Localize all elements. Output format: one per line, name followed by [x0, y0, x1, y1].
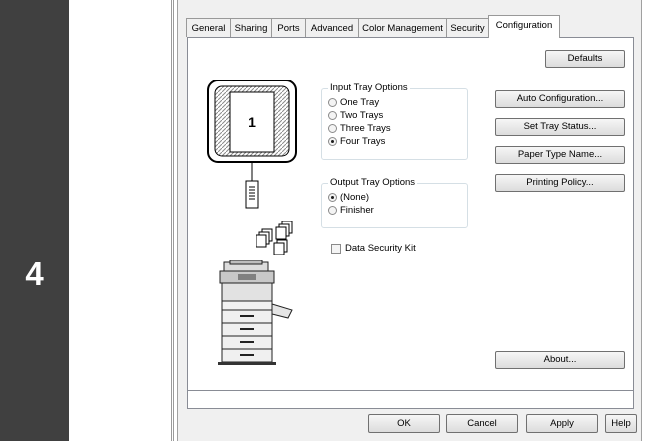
printing-policy-button[interactable]: Printing Policy...	[495, 174, 625, 192]
auto-configuration-button[interactable]: Auto Configuration...	[495, 90, 625, 108]
configuration-panel: Defaults 1 Input Tray Options One Tray T…	[187, 37, 634, 391]
data-security-kit-checkbox-row[interactable]: Data Security Kit	[331, 243, 451, 255]
output-tray-options-group: Output Tray Options (None) Finisher	[321, 177, 468, 228]
input-tray-options-title: Input Tray Options	[328, 82, 410, 93]
output-page-icon	[245, 168, 259, 209]
printer-machine-icon	[218, 260, 293, 365]
radio-button[interactable]	[328, 206, 337, 215]
stapled-documents-icon	[256, 221, 293, 255]
printer-properties-dialog: General Sharing Ports Advanced Color Man…	[177, 0, 642, 441]
radio-button[interactable]	[328, 124, 337, 133]
divider-line	[173, 0, 174, 441]
cancel-button[interactable]: Cancel	[446, 414, 518, 433]
tab-sharing[interactable]: Sharing	[230, 18, 272, 37]
divider-line	[171, 0, 172, 441]
tray-number-label: 1	[248, 114, 256, 130]
radio-button[interactable]	[328, 98, 337, 107]
radio-button-selected[interactable]	[328, 137, 337, 146]
step-sidebar: 4	[0, 0, 69, 441]
about-button[interactable]: About...	[495, 351, 625, 369]
defaults-button[interactable]: Defaults	[545, 50, 625, 68]
tab-configuration[interactable]: Configuration	[488, 15, 560, 38]
tab-security[interactable]: Security	[446, 18, 489, 37]
step-number: 4	[25, 255, 44, 292]
radio-button[interactable]	[328, 111, 337, 120]
data-security-kit-label: Data Security Kit	[345, 243, 416, 254]
help-button[interactable]: Help	[605, 414, 637, 433]
input-tray-options-group: Input Tray Options One Tray Two Trays Th…	[321, 82, 468, 160]
radio-button-selected[interactable]	[328, 193, 337, 202]
data-security-kit-checkbox[interactable]	[331, 244, 341, 254]
tray-preview-icon: 1	[207, 80, 297, 170]
tab-ports[interactable]: Ports	[271, 18, 306, 37]
tab-color-management[interactable]: Color Management	[358, 18, 447, 37]
paper-type-name-button[interactable]: Paper Type Name...	[495, 146, 625, 164]
ok-button[interactable]: OK	[368, 414, 440, 433]
tab-general[interactable]: General	[186, 18, 231, 37]
status-field	[187, 391, 634, 409]
tab-advanced[interactable]: Advanced	[305, 18, 359, 37]
apply-button[interactable]: Apply	[526, 414, 598, 433]
output-tray-options-title: Output Tray Options	[328, 177, 418, 188]
set-tray-status-button[interactable]: Set Tray Status...	[495, 118, 625, 136]
